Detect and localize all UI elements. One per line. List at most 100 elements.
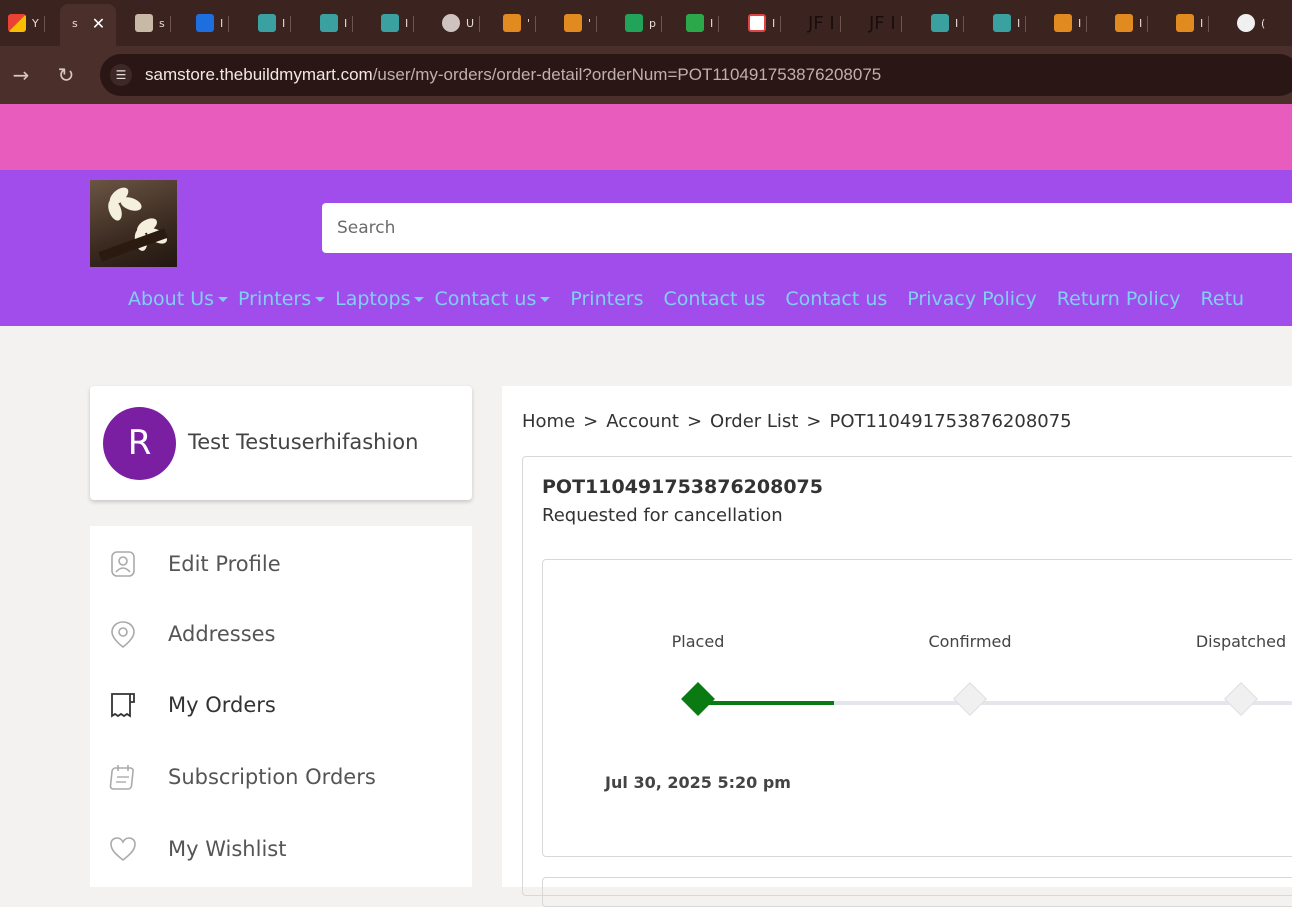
gmail-icon	[8, 14, 26, 32]
tab-label: I	[1139, 16, 1143, 30]
tab-app[interactable]: '	[503, 8, 537, 38]
tab-gmail[interactable]: Y	[8, 8, 45, 38]
tab-app[interactable]: '	[564, 8, 598, 38]
nav-label: About Us	[128, 288, 215, 310]
tab-app[interactable]: I	[381, 8, 415, 38]
browser-toolbar: → ↻ ☰ samstore.thebuildmymart.com/user/m…	[0, 46, 1292, 104]
breadcrumb-order-list[interactable]: Order List	[710, 411, 798, 432]
tab-label: I	[220, 16, 224, 30]
step-date-placed: Jul 30, 2025 5:20 pm	[605, 773, 791, 792]
url-path: /user/my-orders/order-detail?orderNum=PO…	[372, 65, 882, 84]
site-settings-icon[interactable]: ☰	[110, 64, 132, 86]
step-label-confirmed: Confirmed	[928, 632, 1012, 651]
nav-laptops[interactable]: Laptops	[335, 288, 425, 310]
nav-return-truncated[interactable]: Retu	[1201, 288, 1245, 310]
progress-line-done	[698, 701, 834, 705]
tab-label: '	[527, 16, 531, 30]
lotus-icon	[931, 14, 949, 32]
menu-label: My Wishlist	[168, 837, 287, 861]
tab-app[interactable]: I	[931, 8, 965, 38]
nav-label: Printers	[238, 288, 312, 310]
tab-label: I	[955, 16, 959, 30]
caret-down-icon	[414, 296, 425, 302]
nav-printers-dropdown[interactable]: Printers	[238, 288, 326, 310]
tab-app[interactable]: JF I	[869, 8, 902, 38]
step-marker-confirmed	[953, 682, 987, 716]
tab-site[interactable]: s	[135, 8, 171, 38]
chat-icon	[686, 14, 704, 32]
tab-app[interactable]: I	[1176, 8, 1210, 38]
address-bar[interactable]: ☰ samstore.thebuildmymart.com/user/my-or…	[100, 54, 1292, 96]
tab-label: JF I	[808, 12, 835, 34]
main-nav: About Us Printers Laptops Contact us Pri…	[128, 288, 1264, 310]
nav-return-policy[interactable]: Return Policy	[1057, 288, 1181, 310]
tab-app[interactable]: JF I	[808, 8, 841, 38]
nav-about-us[interactable]: About Us	[128, 288, 229, 310]
calendar-icon	[109, 765, 134, 790]
search-bar[interactable]	[322, 203, 1292, 253]
tab-label: U	[466, 16, 475, 30]
menu-item-subscription-orders[interactable]: Subscription Orders	[90, 744, 472, 804]
order-detail-panel: Home > Account > Order List > POT1104917538762…	[502, 386, 1292, 907]
tab-github[interactable]: (	[1237, 8, 1265, 38]
tab-app[interactable]: I	[196, 8, 230, 38]
avatar: R	[103, 407, 176, 480]
promo-bar	[0, 104, 1292, 170]
nav-label: Contact us	[434, 288, 537, 310]
profile-card: R Test Testuserhifashion	[90, 386, 472, 500]
nav-privacy-policy[interactable]: Privacy Policy	[907, 288, 1036, 310]
tab-app[interactable]: p	[625, 8, 662, 38]
url-text[interactable]: samstore.thebuildmymart.com/user/my-orde…	[145, 65, 881, 85]
forward-arrow-icon[interactable]: →	[10, 64, 32, 86]
map-pin-icon	[111, 621, 135, 648]
breadcrumb-current: POT110491753876208075	[829, 411, 1072, 432]
tab-app[interactable]: I	[258, 8, 292, 38]
step-marker-placed	[681, 682, 715, 716]
nav-contact-us-dropdown[interactable]: Contact us	[434, 288, 551, 310]
jira-icon	[196, 14, 214, 32]
tab-app[interactable]: I	[993, 8, 1027, 38]
pma-icon	[1176, 14, 1194, 32]
heart-icon	[110, 837, 136, 862]
tab-app[interactable]: I	[686, 8, 720, 38]
browser-tab-strip: Y s ✕ s I I I I U ' ' p I I JF I JF I I	[0, 0, 1292, 46]
nav-contact-us[interactable]: Contact us	[663, 288, 765, 310]
breadcrumb-account[interactable]: Account	[606, 411, 679, 432]
tab-label: s	[159, 16, 165, 30]
tab-app[interactable]: U	[442, 8, 481, 38]
tab-label: p	[649, 16, 656, 30]
reload-icon[interactable]: ↻	[55, 64, 77, 86]
lotus-icon	[993, 14, 1011, 32]
nav-printers[interactable]: Printers	[570, 288, 643, 310]
breadcrumb-separator: >	[583, 411, 599, 432]
tab-label: Y	[32, 16, 39, 30]
tab-app[interactable]: I	[1054, 8, 1088, 38]
tab-app[interactable]: I	[1115, 8, 1149, 38]
menu-item-edit-profile[interactable]: Edit Profile	[90, 531, 472, 591]
nav-label: Laptops	[335, 288, 411, 310]
tab-app[interactable]: I	[320, 8, 354, 38]
breadcrumb-home[interactable]: Home	[522, 411, 575, 432]
tab-label: JF I	[869, 12, 896, 34]
order-card: POT110491753876208075 Requested for canc…	[522, 456, 1292, 907]
caret-down-icon	[218, 296, 229, 302]
menu-label: My Orders	[168, 693, 276, 717]
menu-item-my-wishlist[interactable]: My Wishlist	[90, 816, 472, 876]
tab-active-site[interactable]: s ✕	[72, 8, 105, 38]
tab-app[interactable]: I	[748, 8, 782, 38]
account-side-menu: Edit Profile Addresses My Orders Subscri…	[90, 526, 472, 887]
menu-item-my-orders[interactable]: My Orders	[90, 672, 472, 732]
step-marker-dispatched	[1224, 682, 1258, 716]
menu-item-addresses[interactable]: Addresses	[90, 601, 472, 661]
flower-icon	[135, 14, 153, 32]
close-tab-icon[interactable]: ✕	[92, 14, 105, 33]
lotus-icon	[258, 14, 276, 32]
url-host: samstore.thebuildmymart.com	[145, 65, 373, 84]
order-status: Requested for cancellation	[542, 505, 783, 526]
nav-contact-us-2[interactable]: Contact us	[785, 288, 887, 310]
pma-icon	[503, 14, 521, 32]
search-input[interactable]	[322, 203, 1292, 253]
tab-label: I	[1017, 16, 1021, 30]
store-logo[interactable]	[90, 180, 177, 267]
menu-label: Addresses	[168, 622, 276, 646]
